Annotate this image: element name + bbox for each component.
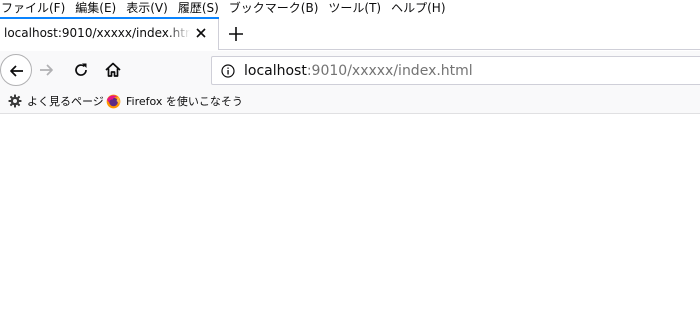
home-button[interactable] — [103, 60, 123, 80]
menu-file[interactable]: ファイル(F) — [1, 0, 65, 17]
home-icon — [105, 62, 121, 77]
menu-edit[interactable]: 編集(E) — [75, 0, 116, 17]
url-text: localhost:9010/xxxxx/index.html — [244, 63, 473, 79]
url-host: localhost — [244, 63, 307, 79]
page-content — [0, 114, 700, 316]
bookmark-label: Firefox を使いこなそう — [126, 95, 243, 108]
menu-help[interactable]: ヘルプ(H) — [391, 0, 445, 17]
info-icon[interactable] — [221, 64, 235, 78]
plus-icon[interactable] — [226, 24, 246, 44]
menu-tools[interactable]: ツール(T) — [328, 0, 381, 17]
bookmark-label: よく見るページ — [27, 95, 104, 108]
bookmark-most-visited[interactable]: よく見るページ — [8, 93, 104, 109]
gear-icon — [8, 94, 22, 108]
tab-title: localhost:9010/xxxxx/index.html — [4, 26, 190, 40]
tab-strip: localhost:9010/xxxxx/index.html — [0, 17, 700, 50]
menu-view[interactable]: 表示(V) — [126, 0, 168, 17]
close-icon[interactable] — [193, 25, 209, 41]
reload-button[interactable] — [72, 61, 90, 79]
url-path: :9010/xxxxx/index.html — [306, 63, 473, 79]
arrow-right-icon — [40, 64, 53, 76]
reload-icon — [75, 63, 87, 76]
bookmark-firefox-guide[interactable]: Firefox を使いこなそう — [106, 93, 243, 109]
arrow-left-icon — [10, 65, 23, 77]
menu-bar: ファイル(F) 編集(E) 表示(V) 履歴(S) ブックマーク(B) ツール(… — [0, 0, 700, 17]
tab-accent-line — [0, 17, 219, 19]
tab-active[interactable]: localhost:9010/xxxxx/index.html — [0, 17, 219, 50]
back-button[interactable] — [0, 54, 32, 86]
navigation-bar: localhost:9010/xxxxx/index.html — [0, 51, 700, 90]
bookmarks-bar: よく見るページ Firefox を使いこなそう — [0, 90, 700, 114]
menu-history[interactable]: 履歴(S) — [178, 0, 219, 17]
address-bar[interactable]: localhost:9010/xxxxx/index.html — [211, 56, 700, 85]
forward-button[interactable] — [37, 61, 55, 79]
menu-bookmarks[interactable]: ブックマーク(B) — [229, 0, 319, 17]
firefox-icon — [106, 94, 121, 108]
